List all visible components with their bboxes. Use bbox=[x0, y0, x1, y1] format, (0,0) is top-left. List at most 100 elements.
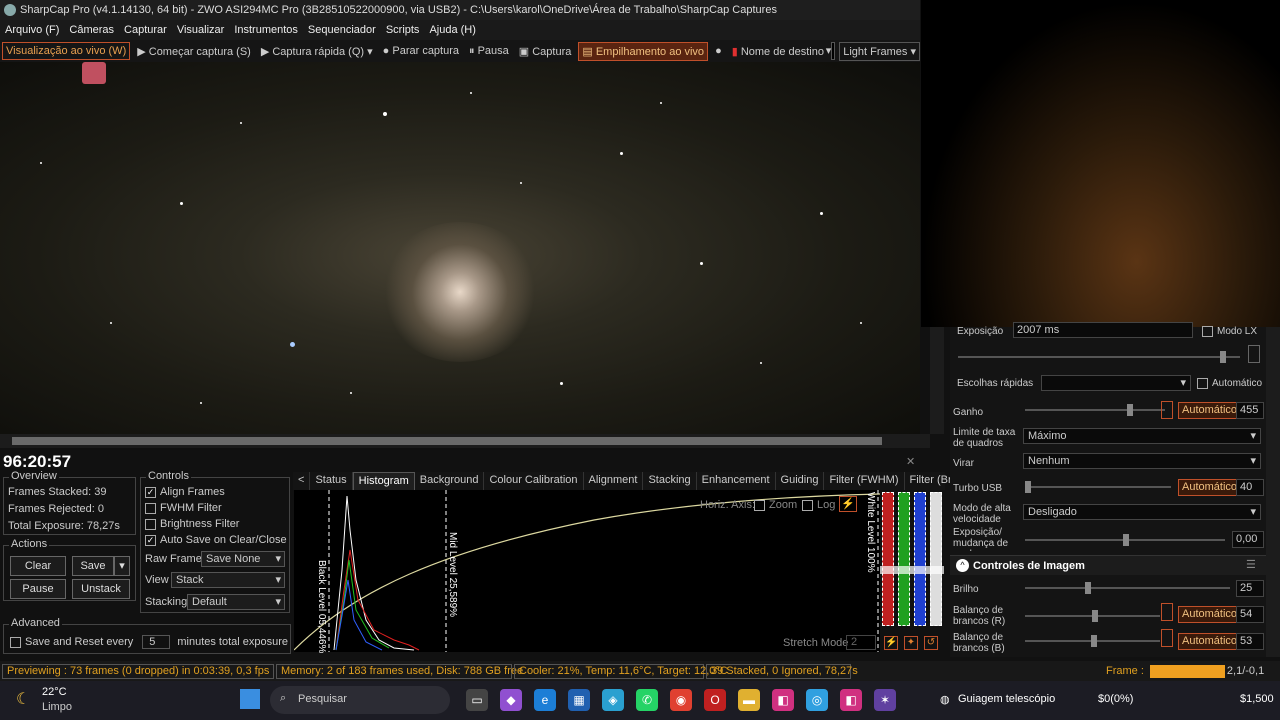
overlay-app-icon[interactable] bbox=[82, 62, 106, 84]
weather-moon-icon[interactable]: ☾ bbox=[16, 689, 30, 709]
quick-picks-select[interactable] bbox=[1041, 375, 1191, 391]
log-checkbox[interactable] bbox=[802, 499, 813, 511]
tab-filter-fwhm[interactable]: Filter (FWHM) bbox=[824, 472, 905, 490]
exp-gain-slider[interactable] bbox=[1025, 534, 1225, 546]
start-capture-button[interactable]: ▶ Começar captura (S) bbox=[134, 43, 254, 60]
tab-guiding[interactable]: Guiding bbox=[776, 472, 825, 490]
stellarium-icon[interactable]: ✶ bbox=[874, 689, 896, 711]
brightness-input[interactable]: 25 bbox=[1236, 580, 1264, 597]
task-view-icon[interactable]: ▭ bbox=[466, 689, 488, 711]
wb-blue-stepper[interactable] bbox=[1161, 629, 1173, 647]
unstack-button[interactable]: Unstack bbox=[72, 579, 130, 599]
collapse-icon[interactable]: ^ bbox=[956, 559, 969, 572]
pause-stack-button[interactable]: Pause bbox=[10, 579, 66, 599]
menu-scripts[interactable]: Scripts bbox=[381, 24, 425, 36]
tab-colour-calibration[interactable]: Colour Calibration bbox=[484, 472, 584, 490]
log-option[interactable]: Log bbox=[802, 499, 835, 511]
menu-visualizar[interactable]: Visualizar bbox=[172, 24, 230, 36]
file-explorer-icon[interactable]: ▬ bbox=[738, 689, 760, 711]
align-frames-checkbox[interactable]: ✓ bbox=[145, 486, 156, 498]
record-icon[interactable]: ● bbox=[712, 43, 725, 59]
live-stack-button[interactable]: ▤ Empilhamento ao vivo bbox=[578, 41, 709, 61]
green-level-slider[interactable] bbox=[898, 492, 910, 626]
auto-save-checkbox[interactable]: ✓ bbox=[145, 534, 156, 546]
menu-ajuda[interactable]: Ajuda (H) bbox=[424, 24, 480, 36]
fwhm-filter-checkbox[interactable] bbox=[145, 502, 156, 514]
turbo-input[interactable]: 40 bbox=[1236, 479, 1264, 496]
quick-auto-checkbox[interactable] bbox=[1197, 378, 1208, 389]
exposure-input[interactable]: 2007 ms bbox=[1013, 322, 1193, 338]
gain-input[interactable]: 455 bbox=[1236, 402, 1264, 419]
turbo-auto-button[interactable]: Automático bbox=[1178, 479, 1242, 496]
wb-red-input[interactable]: 54 bbox=[1236, 606, 1264, 623]
save-reset-checkbox[interactable] bbox=[10, 636, 21, 648]
stop-capture-button[interactable]: ● Parar captura bbox=[380, 43, 462, 59]
auto-stretch-icon[interactable]: ⚡ bbox=[839, 496, 857, 512]
zoom-option[interactable]: Zoom bbox=[754, 499, 797, 511]
menu-instrumentos[interactable]: Instrumentos bbox=[229, 24, 303, 36]
stacking-select[interactable]: Default bbox=[187, 594, 285, 610]
flip-select[interactable]: Nenhum bbox=[1023, 453, 1261, 469]
windows-start-icon[interactable] bbox=[240, 689, 260, 709]
reset-icon[interactable]: ↺ bbox=[924, 636, 938, 650]
gain-slider[interactable] bbox=[1025, 404, 1165, 416]
exposure-stepper[interactable] bbox=[1248, 345, 1260, 363]
lightning-icon[interactable]: ⚡ bbox=[884, 636, 898, 650]
save-reset-minutes-input[interactable]: 5 bbox=[142, 635, 171, 649]
menu-arquivo[interactable]: Arquivo (F) bbox=[0, 24, 64, 36]
exposure-slider[interactable] bbox=[958, 351, 1240, 363]
frame-type-dropdown[interactable]: Light Frames ▾ bbox=[839, 41, 920, 61]
app-pink-icon[interactable]: ◧ bbox=[772, 689, 794, 711]
wb-red-slider[interactable] bbox=[1025, 610, 1160, 622]
level-handle[interactable] bbox=[880, 566, 944, 574]
tab-alignment[interactable]: Alignment bbox=[584, 472, 644, 490]
whatsapp-icon[interactable]: ✆ bbox=[636, 689, 658, 711]
frame-rate-select[interactable]: Máximo bbox=[1023, 428, 1261, 444]
save-dropdown-icon[interactable]: ▾ bbox=[114, 556, 130, 576]
level-sliders[interactable]: ⚡ ✦ ↺ bbox=[880, 492, 944, 652]
clear-button[interactable]: Clear bbox=[10, 556, 66, 576]
slider-knob[interactable] bbox=[1220, 351, 1226, 363]
copilot-icon[interactable]: ◆ bbox=[500, 689, 522, 711]
store-icon[interactable]: ▦ bbox=[568, 689, 590, 711]
luma-level-slider[interactable] bbox=[930, 492, 942, 626]
capture-button[interactable]: ▣ Captura bbox=[516, 43, 575, 60]
panel-close-icon[interactable]: ✕ bbox=[906, 455, 915, 468]
chrome-icon[interactable]: ◉ bbox=[670, 689, 692, 711]
wb-blue-slider[interactable] bbox=[1025, 635, 1160, 647]
high-speed-select[interactable]: Desligado bbox=[1023, 504, 1261, 520]
blue-level-slider[interactable] bbox=[914, 492, 926, 626]
tab-background[interactable]: Background bbox=[415, 472, 485, 490]
scroll-thumb[interactable] bbox=[12, 437, 882, 445]
wb-blue-input[interactable]: 53 bbox=[1236, 633, 1264, 650]
app-icon[interactable]: ◈ bbox=[602, 689, 624, 711]
menu-icon[interactable]: ☰ bbox=[1246, 558, 1256, 571]
tab-histogram[interactable]: Histogram bbox=[352, 472, 415, 490]
tab-enhancement[interactable]: Enhancement bbox=[697, 472, 776, 490]
brightness-filter-checkbox[interactable] bbox=[145, 518, 156, 530]
taskbar-search-box[interactable]: Pesquisar bbox=[270, 686, 450, 714]
live-view-button[interactable]: Visualização ao vivo (W) bbox=[2, 42, 131, 60]
guiding-app-label[interactable]: Guiagem telescópio bbox=[958, 693, 1055, 705]
slider-knob[interactable] bbox=[1085, 582, 1091, 594]
turbo-usb-slider[interactable] bbox=[1025, 481, 1171, 493]
zoom-checkbox[interactable] bbox=[754, 499, 765, 511]
target-name-button[interactable]: ▮ Nome de destino bbox=[729, 43, 827, 60]
lx-mode-checkbox[interactable] bbox=[1202, 326, 1213, 337]
wb-blue-auto-button[interactable]: Automático bbox=[1178, 633, 1242, 650]
slider-knob[interactable] bbox=[1091, 635, 1097, 647]
tab-stacking[interactable]: Stacking bbox=[643, 472, 697, 490]
weather-temp[interactable]: 22°C bbox=[42, 686, 67, 698]
app-blue-icon[interactable]: ◎ bbox=[806, 689, 828, 711]
exp-gain-input[interactable]: 0,00 bbox=[1232, 531, 1264, 548]
sparkle-icon[interactable]: ✦ bbox=[904, 636, 918, 650]
opera-icon[interactable]: O bbox=[704, 689, 726, 711]
menu-sequenciador[interactable]: Sequenciador bbox=[303, 24, 381, 36]
brightness-slider[interactable] bbox=[1025, 582, 1230, 594]
control-panel-scrollbar[interactable] bbox=[1266, 327, 1280, 657]
gain-auto-button[interactable]: Automático bbox=[1178, 402, 1242, 419]
quick-auto-option[interactable]: Automático bbox=[1197, 378, 1262, 389]
histogram-panel[interactable]: Black Level 05,446% Mid Level 25,589% Wh… bbox=[293, 490, 881, 653]
image-controls-header[interactable]: ^ Controles de Imagem ☰ bbox=[950, 555, 1266, 575]
stretch-mode-select[interactable]: 2 bbox=[846, 635, 876, 650]
